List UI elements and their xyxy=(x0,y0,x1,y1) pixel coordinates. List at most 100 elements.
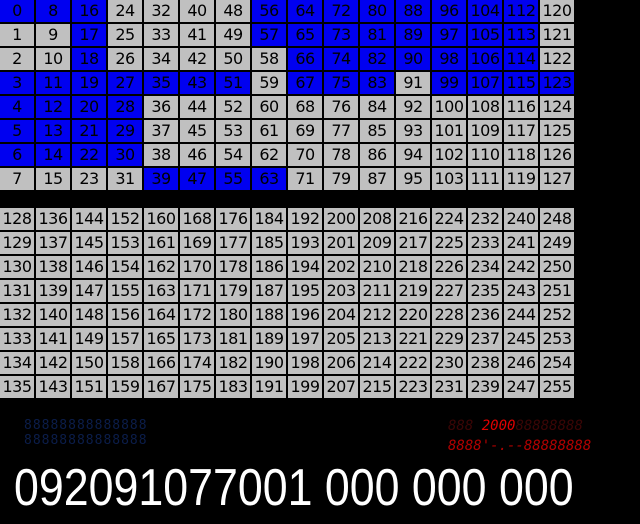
register-cell[interactable]: 237 xyxy=(468,328,504,352)
register-cell[interactable]: 238 xyxy=(468,352,504,376)
register-cell[interactable]: 74 xyxy=(324,48,360,72)
register-cell[interactable]: 3 xyxy=(0,72,36,96)
register-cell[interactable]: 0 xyxy=(0,0,36,24)
register-cell[interactable]: 57 xyxy=(252,24,288,48)
register-cell[interactable]: 201 xyxy=(324,232,360,256)
register-cell[interactable]: 11 xyxy=(36,72,72,96)
register-cell[interactable]: 119 xyxy=(504,168,540,192)
register-cell[interactable]: 61 xyxy=(252,120,288,144)
register-cell[interactable]: 65 xyxy=(288,24,324,48)
register-cell[interactable]: 100 xyxy=(432,96,468,120)
register-cell[interactable]: 156 xyxy=(108,304,144,328)
register-cell[interactable]: 14 xyxy=(36,144,72,168)
register-cell[interactable]: 153 xyxy=(108,232,144,256)
register-cell[interactable]: 73 xyxy=(324,24,360,48)
register-cell[interactable]: 36 xyxy=(144,96,180,120)
register-cell[interactable]: 172 xyxy=(180,304,216,328)
register-cell[interactable]: 97 xyxy=(432,24,468,48)
register-cell[interactable]: 217 xyxy=(396,232,432,256)
register-cell[interactable]: 208 xyxy=(360,208,396,232)
register-cell[interactable]: 7 xyxy=(0,168,36,192)
register-cell[interactable]: 79 xyxy=(324,168,360,192)
register-cell[interactable]: 116 xyxy=(504,96,540,120)
register-cell[interactable]: 193 xyxy=(288,232,324,256)
register-cell[interactable]: 121 xyxy=(540,24,576,48)
register-cell[interactable]: 221 xyxy=(396,328,432,352)
register-cell[interactable]: 46 xyxy=(180,144,216,168)
register-cell[interactable]: 99 xyxy=(432,72,468,96)
register-cell[interactable]: 6 xyxy=(0,144,36,168)
register-cell[interactable]: 42 xyxy=(180,48,216,72)
register-cell[interactable]: 210 xyxy=(360,256,396,280)
register-cell[interactable]: 24 xyxy=(108,0,144,24)
register-cell[interactable]: 231 xyxy=(432,376,468,400)
register-cell[interactable]: 194 xyxy=(288,256,324,280)
register-cell[interactable]: 173 xyxy=(180,328,216,352)
register-cell[interactable]: 181 xyxy=(216,328,252,352)
register-cell[interactable]: 102 xyxy=(432,144,468,168)
register-cell[interactable]: 250 xyxy=(540,256,576,280)
register-cell[interactable]: 38 xyxy=(144,144,180,168)
register-cell[interactable]: 166 xyxy=(144,352,180,376)
register-cell[interactable]: 240 xyxy=(504,208,540,232)
register-cell[interactable]: 239 xyxy=(468,376,504,400)
register-cell[interactable]: 147 xyxy=(72,280,108,304)
register-cell[interactable]: 105 xyxy=(468,24,504,48)
register-cell[interactable]: 162 xyxy=(144,256,180,280)
register-cell[interactable]: 132 xyxy=(0,304,36,328)
register-cell[interactable]: 90 xyxy=(396,48,432,72)
register-cell[interactable]: 88 xyxy=(396,0,432,24)
register-cell[interactable]: 160 xyxy=(144,208,180,232)
register-cell[interactable]: 77 xyxy=(324,120,360,144)
register-cell[interactable]: 89 xyxy=(396,24,432,48)
register-cell[interactable]: 152 xyxy=(108,208,144,232)
register-cell[interactable]: 87 xyxy=(360,168,396,192)
register-cell[interactable]: 244 xyxy=(504,304,540,328)
register-cell[interactable]: 50 xyxy=(216,48,252,72)
register-cell[interactable]: 17 xyxy=(72,24,108,48)
register-cell[interactable]: 114 xyxy=(504,48,540,72)
register-cell[interactable]: 207 xyxy=(324,376,360,400)
register-cell[interactable]: 104 xyxy=(468,0,504,24)
register-cell[interactable]: 55 xyxy=(216,168,252,192)
register-cell[interactable]: 39 xyxy=(144,168,180,192)
register-cell[interactable]: 226 xyxy=(432,256,468,280)
register-cell[interactable]: 206 xyxy=(324,352,360,376)
register-cell[interactable]: 47 xyxy=(180,168,216,192)
register-cell[interactable]: 168 xyxy=(180,208,216,232)
register-cell[interactable]: 115 xyxy=(504,72,540,96)
register-cell[interactable]: 177 xyxy=(216,232,252,256)
register-cell[interactable]: 229 xyxy=(432,328,468,352)
register-cell[interactable]: 211 xyxy=(360,280,396,304)
register-cell[interactable]: 197 xyxy=(288,328,324,352)
register-cell[interactable]: 5 xyxy=(0,120,36,144)
register-cell[interactable]: 12 xyxy=(36,96,72,120)
register-cell[interactable]: 142 xyxy=(36,352,72,376)
register-cell[interactable]: 18 xyxy=(72,48,108,72)
register-cell[interactable]: 94 xyxy=(396,144,432,168)
register-cell[interactable]: 198 xyxy=(288,352,324,376)
register-cell[interactable]: 40 xyxy=(180,0,216,24)
register-cell[interactable]: 51 xyxy=(216,72,252,96)
register-cell[interactable]: 253 xyxy=(540,328,576,352)
register-cell[interactable]: 224 xyxy=(432,208,468,232)
register-cell[interactable]: 28 xyxy=(108,96,144,120)
register-cell[interactable]: 113 xyxy=(504,24,540,48)
register-cell[interactable]: 209 xyxy=(360,232,396,256)
register-cell[interactable]: 255 xyxy=(540,376,576,400)
register-cell[interactable]: 248 xyxy=(540,208,576,232)
register-cell[interactable]: 53 xyxy=(216,120,252,144)
register-cell[interactable]: 220 xyxy=(396,304,432,328)
register-cell[interactable]: 25 xyxy=(108,24,144,48)
register-cell[interactable]: 59 xyxy=(252,72,288,96)
register-cell[interactable]: 118 xyxy=(504,144,540,168)
register-cell[interactable]: 43 xyxy=(180,72,216,96)
register-cell[interactable]: 200 xyxy=(324,208,360,232)
register-cell[interactable]: 236 xyxy=(468,304,504,328)
register-cell[interactable]: 108 xyxy=(468,96,504,120)
register-cell[interactable]: 10 xyxy=(36,48,72,72)
register-cell[interactable]: 246 xyxy=(504,352,540,376)
register-cell[interactable]: 45 xyxy=(180,120,216,144)
register-cell[interactable]: 82 xyxy=(360,48,396,72)
register-cell[interactable]: 202 xyxy=(324,256,360,280)
